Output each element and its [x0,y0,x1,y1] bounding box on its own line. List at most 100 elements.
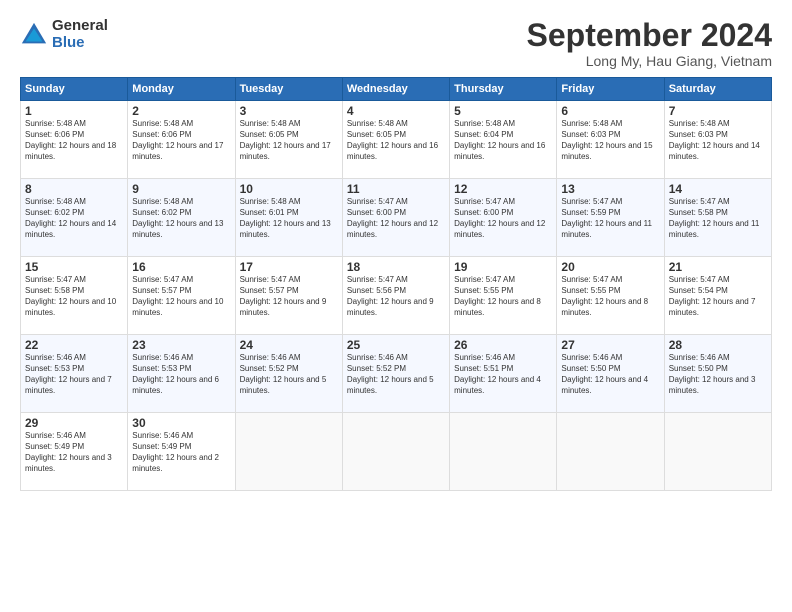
day-number: 25 [347,338,445,352]
day-number: 14 [669,182,767,196]
logo-blue: Blue [52,35,108,52]
calendar-cell: 16Sunrise: 5:47 AMSunset: 5:57 PMDayligh… [128,257,235,335]
day-number: 22 [25,338,123,352]
cell-content: Sunrise: 5:48 AMSunset: 6:04 PMDaylight:… [454,119,552,162]
logo-text: General Blue [52,18,108,51]
day-number: 13 [561,182,659,196]
logo: General Blue [20,18,108,51]
calendar-cell: 2Sunrise: 5:48 AMSunset: 6:06 PMDaylight… [128,101,235,179]
calendar-cell: 23Sunrise: 5:46 AMSunset: 5:53 PMDayligh… [128,335,235,413]
week-row-3: 22Sunrise: 5:46 AMSunset: 5:53 PMDayligh… [21,335,772,413]
day-number: 12 [454,182,552,196]
cell-content: Sunrise: 5:47 AMSunset: 5:56 PMDaylight:… [347,275,445,318]
day-number: 19 [454,260,552,274]
cell-content: Sunrise: 5:46 AMSunset: 5:50 PMDaylight:… [669,353,767,396]
cell-content: Sunrise: 5:46 AMSunset: 5:49 PMDaylight:… [132,431,230,474]
cell-content: Sunrise: 5:47 AMSunset: 6:00 PMDaylight:… [454,197,552,240]
day-number: 27 [561,338,659,352]
week-row-2: 15Sunrise: 5:47 AMSunset: 5:58 PMDayligh… [21,257,772,335]
cell-content: Sunrise: 5:46 AMSunset: 5:52 PMDaylight:… [240,353,338,396]
day-header-thursday: Thursday [450,78,557,101]
calendar-cell [664,413,771,491]
day-number: 20 [561,260,659,274]
cell-content: Sunrise: 5:48 AMSunset: 6:02 PMDaylight:… [25,197,123,240]
calendar-cell [342,413,449,491]
page: General Blue September 2024 Long My, Hau… [0,0,792,612]
day-number: 2 [132,104,230,118]
cell-content: Sunrise: 5:47 AMSunset: 5:55 PMDaylight:… [561,275,659,318]
day-number: 11 [347,182,445,196]
day-header-friday: Friday [557,78,664,101]
calendar-cell: 20Sunrise: 5:47 AMSunset: 5:55 PMDayligh… [557,257,664,335]
logo-icon [20,21,48,49]
day-header-saturday: Saturday [664,78,771,101]
calendar-cell [557,413,664,491]
cell-content: Sunrise: 5:48 AMSunset: 6:06 PMDaylight:… [132,119,230,162]
title-area: September 2024 Long My, Hau Giang, Vietn… [527,18,772,69]
calendar-cell: 25Sunrise: 5:46 AMSunset: 5:52 PMDayligh… [342,335,449,413]
calendar-cell: 10Sunrise: 5:48 AMSunset: 6:01 PMDayligh… [235,179,342,257]
day-number: 24 [240,338,338,352]
calendar-cell: 28Sunrise: 5:46 AMSunset: 5:50 PMDayligh… [664,335,771,413]
calendar-cell [450,413,557,491]
day-number: 5 [454,104,552,118]
cell-content: Sunrise: 5:46 AMSunset: 5:51 PMDaylight:… [454,353,552,396]
calendar-cell: 5Sunrise: 5:48 AMSunset: 6:04 PMDaylight… [450,101,557,179]
day-number: 6 [561,104,659,118]
cell-content: Sunrise: 5:48 AMSunset: 6:03 PMDaylight:… [669,119,767,162]
day-number: 26 [454,338,552,352]
cell-content: Sunrise: 5:47 AMSunset: 5:59 PMDaylight:… [561,197,659,240]
calendar-cell: 17Sunrise: 5:47 AMSunset: 5:57 PMDayligh… [235,257,342,335]
location: Long My, Hau Giang, Vietnam [527,53,772,69]
calendar-cell: 30Sunrise: 5:46 AMSunset: 5:49 PMDayligh… [128,413,235,491]
cell-content: Sunrise: 5:48 AMSunset: 6:05 PMDaylight:… [347,119,445,162]
day-number: 4 [347,104,445,118]
day-number: 29 [25,416,123,430]
cell-content: Sunrise: 5:46 AMSunset: 5:52 PMDaylight:… [347,353,445,396]
calendar-cell: 11Sunrise: 5:47 AMSunset: 6:00 PMDayligh… [342,179,449,257]
calendar-table: SundayMondayTuesdayWednesdayThursdayFrid… [20,77,772,491]
calendar-cell: 1Sunrise: 5:48 AMSunset: 6:06 PMDaylight… [21,101,128,179]
cell-content: Sunrise: 5:48 AMSunset: 6:06 PMDaylight:… [25,119,123,162]
week-row-4: 29 Sunrise: 5:46 AMSunset: 5:49 PMDayligh… [21,413,772,491]
month-title: September 2024 [527,18,772,53]
week-row-0: 1Sunrise: 5:48 AMSunset: 6:06 PMDaylight… [21,101,772,179]
day-number: 8 [25,182,123,196]
cell-content: Sunrise: 5:47 AMSunset: 5:55 PMDaylight:… [454,275,552,318]
day-header-monday: Monday [128,78,235,101]
cell-content: Sunrise: 5:48 AMSunset: 6:01 PMDaylight:… [240,197,338,240]
day-header-sunday: Sunday [21,78,128,101]
cell-content: Sunrise: 5:47 AMSunset: 5:58 PMDaylight:… [669,197,767,240]
cell-content: Sunrise: 5:47 AMSunset: 5:57 PMDaylight:… [132,275,230,318]
day-number: 9 [132,182,230,196]
cell-content: Sunrise: 5:46 AMSunset: 5:53 PMDaylight:… [25,353,123,396]
week-row-1: 8Sunrise: 5:48 AMSunset: 6:02 PMDaylight… [21,179,772,257]
cell-content: Sunrise: 5:48 AMSunset: 6:05 PMDaylight:… [240,119,338,162]
calendar-cell: 21Sunrise: 5:47 AMSunset: 5:54 PMDayligh… [664,257,771,335]
day-number: 17 [240,260,338,274]
day-number: 10 [240,182,338,196]
calendar-cell: 9Sunrise: 5:48 AMSunset: 6:02 PMDaylight… [128,179,235,257]
calendar-cell: 7Sunrise: 5:48 AMSunset: 6:03 PMDaylight… [664,101,771,179]
calendar-cell: 13Sunrise: 5:47 AMSunset: 5:59 PMDayligh… [557,179,664,257]
cell-content: Sunrise: 5:46 AMSunset: 5:50 PMDaylight:… [561,353,659,396]
day-number: 28 [669,338,767,352]
day-number: 16 [132,260,230,274]
cell-content: Sunrise: 5:47 AMSunset: 5:54 PMDaylight:… [669,275,767,318]
header: General Blue September 2024 Long My, Hau… [20,18,772,69]
calendar-cell: 12Sunrise: 5:47 AMSunset: 6:00 PMDayligh… [450,179,557,257]
logo-general: General [52,18,108,35]
cell-content: Sunrise: 5:48 AMSunset: 6:03 PMDaylight:… [561,119,659,162]
day-number: 23 [132,338,230,352]
cell-content: Sunrise: 5:47 AMSunset: 5:57 PMDaylight:… [240,275,338,318]
day-number: 18 [347,260,445,274]
calendar-cell: 18Sunrise: 5:47 AMSunset: 5:56 PMDayligh… [342,257,449,335]
cell-content: Sunrise: 5:48 AMSunset: 6:02 PMDaylight:… [132,197,230,240]
day-header-tuesday: Tuesday [235,78,342,101]
day-number: 15 [25,260,123,274]
calendar-cell: 26Sunrise: 5:46 AMSunset: 5:51 PMDayligh… [450,335,557,413]
calendar-cell: 14Sunrise: 5:47 AMSunset: 5:58 PMDayligh… [664,179,771,257]
calendar-cell [235,413,342,491]
day-number: 30 [132,416,230,430]
day-number: 1 [25,104,123,118]
